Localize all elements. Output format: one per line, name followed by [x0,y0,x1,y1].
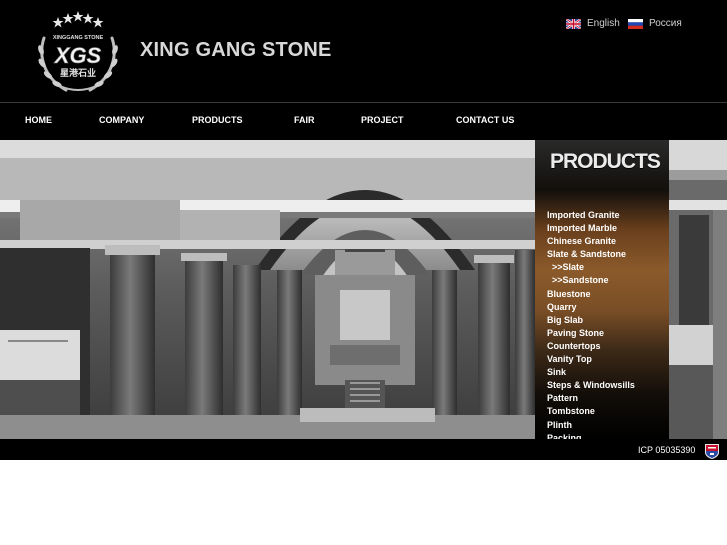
lang-english-link[interactable]: English [566,18,620,29]
product-subitem[interactable]: >>Sandstone [547,274,635,287]
icp-number[interactable]: ICP 05035390 [638,445,695,455]
nav-company[interactable]: COMPANY [99,115,144,125]
product-item[interactable]: Vanity Top [547,353,635,366]
product-item[interactable]: Sink [547,366,635,379]
product-item[interactable]: Countertops [547,340,635,353]
product-item[interactable]: Paving Stone [547,327,635,340]
nav-home[interactable]: HOME [25,115,52,125]
lang-english-label: English [587,18,620,29]
product-item[interactable]: Tombstone [547,405,635,418]
hero-image [0,140,535,439]
logo-text: XGS [53,43,102,68]
main-nav: HOME COMPANY PRODUCTS FAIR PROJECT CONTA… [0,102,727,140]
russia-flag-icon [628,18,643,29]
lang-russian-link[interactable]: Россия [628,18,682,29]
logo-subtext: XINGGANG STONE [53,35,104,41]
uk-flag-icon [566,18,581,29]
footer [0,439,727,460]
nav-fair[interactable]: FAIR [294,115,315,125]
product-item[interactable]: Steps & Windowsills [547,379,635,392]
products-panel-title: PRODUCTS [550,150,661,173]
logo-chinese: 星港石业 [60,67,96,79]
product-subitem[interactable]: >>Slate [547,261,635,274]
lang-russian-label: Россия [649,18,682,29]
product-item[interactable]: Slate & Sandstone [547,248,635,261]
product-item[interactable]: Big Slab [547,314,635,327]
product-item[interactable]: Imported Granite [547,209,635,222]
hero-image-right [669,140,727,439]
product-item[interactable]: Chinese Granite [547,235,635,248]
product-item[interactable]: Pattern [547,392,635,405]
header: XINGGANG STONE XGS 星港石业 XING GANG STONE … [0,0,727,102]
products-panel: PRODUCTS Imported Granite Imported Marbl… [535,140,669,446]
product-item[interactable]: Plinth [547,419,635,432]
shield-badge-icon[interactable] [704,443,720,459]
product-item[interactable]: Bluestone [547,288,635,301]
nav-project[interactable]: PROJECT [361,115,404,125]
brand-title: XING GANG STONE [140,39,332,61]
nav-contact-us[interactable]: CONTACT US [456,115,514,125]
product-item[interactable]: Quarry [547,301,635,314]
xgs-logo[interactable]: XINGGANG STONE XGS 星港石业 [30,8,126,98]
product-item[interactable]: Imported Marble [547,222,635,235]
product-list: Imported Granite Imported Marble Chinese… [547,209,635,445]
nav-products[interactable]: PRODUCTS [192,115,243,125]
